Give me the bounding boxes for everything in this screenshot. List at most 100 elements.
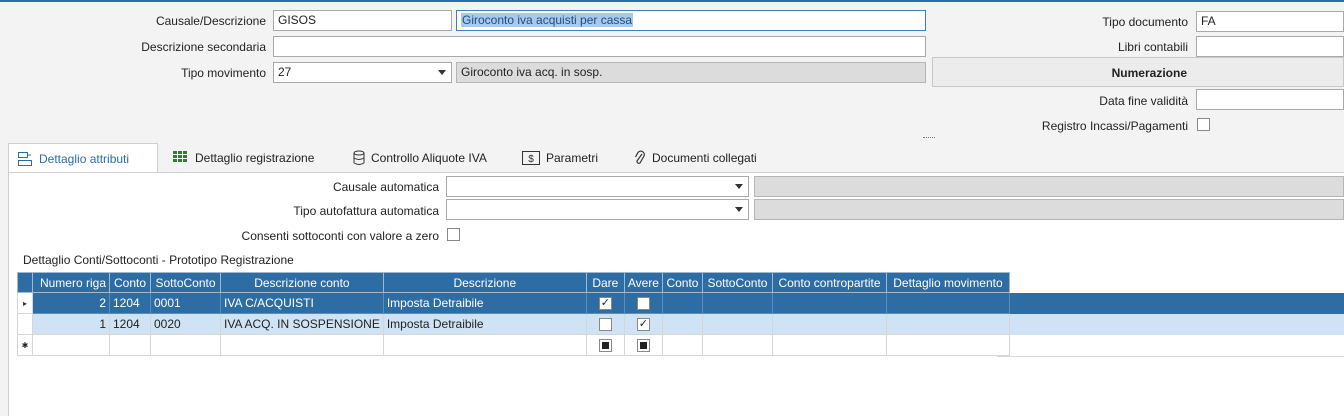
cell-conto-2[interactable] (661, 292, 703, 314)
tipo-autofattura-label: Tipo autofattura automatica (293, 204, 439, 218)
col-conto[interactable]: Conto (109, 272, 151, 293)
chevron-down-icon[interactable] (735, 207, 743, 212)
cell-dettaglio-movimento[interactable] (885, 334, 1010, 356)
consenti-sottoconti-checkbox[interactable] (447, 228, 460, 241)
tab-label: Parametri (546, 151, 599, 165)
table-row[interactable]: ▸ 2 1204 0001 IVA C/ACQUISTI Imposta Det… (17, 292, 1010, 314)
tab-dettaglio-attributi[interactable]: Dettaglio attributi (8, 143, 158, 173)
grid-empty-area (997, 272, 1344, 357)
chevron-down-icon[interactable] (438, 70, 446, 75)
col-descrizione-conto[interactable]: Descrizione conto (220, 272, 384, 293)
cell-conto-contropartite[interactable] (771, 292, 887, 314)
descrizione-secondaria-label: Descrizione secondaria (141, 40, 266, 54)
dare-checkbox-checked[interactable]: ✓ (598, 297, 612, 311)
tipo-movimento-combo[interactable]: 27 (273, 62, 452, 83)
cell-sottoconto-2[interactable] (701, 334, 773, 356)
numerazione-header: Numerazione (932, 57, 1344, 87)
cell-sottoconto[interactable] (150, 334, 221, 356)
tab-label: Dettaglio registrazione (195, 151, 315, 165)
col-avere[interactable]: Avere (623, 272, 663, 293)
tab-documenti-collegati[interactable]: Documenti collegati (634, 143, 757, 173)
tab-dettaglio-registrazione[interactable]: Dettaglio registrazione (173, 143, 314, 173)
col-descrizione[interactable]: Descrizione (382, 272, 587, 293)
col-conto-2[interactable]: Conto (661, 272, 703, 293)
cell-sottoconto[interactable]: 0020 (150, 313, 221, 335)
registro-incassi-label: Registro Incassi/Pagamenti (1041, 119, 1188, 133)
cell-conto[interactable] (109, 334, 151, 356)
col-dare[interactable]: Dare (585, 272, 625, 293)
accounts-grid: Numero riga Conto SottoConto Descrizione… (17, 272, 1010, 356)
chevron-down-icon[interactable] (735, 184, 743, 189)
tab-label: Dettaglio attributi (39, 151, 130, 166)
cell-dettaglio-movimento[interactable] (885, 313, 1010, 335)
dare-checkbox[interactable] (598, 318, 612, 332)
cell-descrizione[interactable]: Imposta Detraibile (382, 292, 587, 314)
registro-incassi-checkbox[interactable] (1197, 118, 1210, 131)
libri-contabili-field[interactable] (1196, 36, 1344, 57)
descrizione-secondaria-field[interactable] (273, 36, 926, 57)
cell-descrizione-conto[interactable]: IVA ACQ. IN SOSPENSIONE (220, 313, 384, 335)
col-conto-contropartite[interactable]: Conto contropartite (771, 272, 887, 293)
coins-icon (353, 150, 365, 166)
cell-sottoconto[interactable]: 0001 (150, 292, 221, 314)
cell-sottoconto-2[interactable] (701, 292, 773, 314)
tab-parametri[interactable]: $ Parametri (522, 143, 598, 173)
row-selected-indicator: ▸ (17, 292, 33, 314)
causale-description-field[interactable]: Giroconto iva acquisti per cassa (456, 10, 926, 31)
cell-dettaglio-movimento[interactable] (885, 292, 1010, 314)
col-dettaglio-movimento[interactable]: Dettaglio movimento (885, 272, 1010, 293)
attributes-icon (17, 151, 33, 167)
tipo-documento-field[interactable]: FA (1196, 11, 1344, 32)
avere-checkbox[interactable] (636, 297, 650, 311)
cell-dare[interactable]: ✓ (585, 292, 625, 314)
consenti-sottoconti-label: Consenti sottoconti con valore a zero (241, 229, 439, 243)
cell-avere[interactable]: ✓ (623, 313, 663, 335)
causale-automatica-label: Causale automatica (332, 180, 439, 194)
cell-conto[interactable]: 1204 (109, 292, 151, 314)
grid-title: Dettaglio Conti/Sottoconti - Prototipo R… (23, 253, 294, 267)
cell-conto-contropartite[interactable] (771, 313, 887, 335)
tab-bar: Dettaglio attributi Dettaglio registrazi… (8, 143, 1344, 173)
cell-avere[interactable] (623, 334, 663, 356)
cell-conto-2[interactable] (661, 334, 703, 356)
dare-checkbox-indeterminate[interactable] (598, 339, 612, 353)
avere-checkbox-checked[interactable]: ✓ (636, 318, 650, 332)
cell-descrizione[interactable]: Imposta Detraibile (382, 313, 587, 335)
cell-numero-riga[interactable]: 1 (32, 313, 110, 335)
table-row-new[interactable]: ✱ (17, 334, 1010, 356)
cell-conto-2[interactable] (661, 313, 703, 335)
tab-controllo-aliquote-iva[interactable]: Controllo Aliquote IVA (353, 143, 487, 173)
cell-conto[interactable]: 1204 (109, 313, 151, 335)
causale-code-field[interactable]: GISOS (273, 10, 452, 31)
cell-avere[interactable] (623, 292, 663, 314)
causale-description-text: Giroconto iva acquisti per cassa (461, 13, 634, 27)
parameters-icon: $ (522, 151, 540, 165)
cell-descrizione-conto[interactable] (220, 334, 384, 356)
causale-automatica-description (754, 176, 1344, 197)
data-fine-validita-field[interactable] (1196, 89, 1344, 110)
tipo-documento-label: Tipo documento (1102, 15, 1188, 29)
tipo-autofattura-combo[interactable] (446, 199, 749, 220)
table-row[interactable]: 1 1204 0020 IVA ACQ. IN SOSPENSIONE Impo… (17, 313, 1010, 335)
cell-descrizione[interactable] (382, 334, 587, 356)
numerazione-label: Numerazione (1111, 66, 1187, 80)
new-row-indicator: ✱ (17, 334, 33, 356)
splitter-grip[interactable] (923, 137, 935, 140)
libri-contabili-label: Libri contabili (1117, 40, 1188, 54)
cell-numero-riga[interactable]: 2 (32, 292, 110, 314)
avere-checkbox-indeterminate[interactable] (636, 339, 650, 353)
col-numero-riga[interactable]: Numero riga (32, 272, 110, 293)
col-sottoconto-2[interactable]: SottoConto (701, 272, 773, 293)
tab-label: Controllo Aliquote IVA (371, 151, 487, 165)
cell-sottoconto-2[interactable] (701, 313, 773, 335)
cell-numero-riga[interactable] (32, 334, 110, 356)
cell-dare[interactable] (585, 313, 625, 335)
cell-conto-contropartite[interactable] (771, 334, 887, 356)
tipo-autofattura-description (754, 199, 1344, 220)
causale-automatica-combo[interactable] (446, 176, 749, 197)
tipo-movimento-label: Tipo movimento (181, 66, 266, 80)
tipo-movimento-description: Giroconto iva acq. in sosp. (456, 62, 926, 83)
cell-descrizione-conto[interactable]: IVA C/ACQUISTI (220, 292, 384, 314)
col-sottoconto[interactable]: SottoConto (150, 272, 221, 293)
cell-dare[interactable] (585, 334, 625, 356)
